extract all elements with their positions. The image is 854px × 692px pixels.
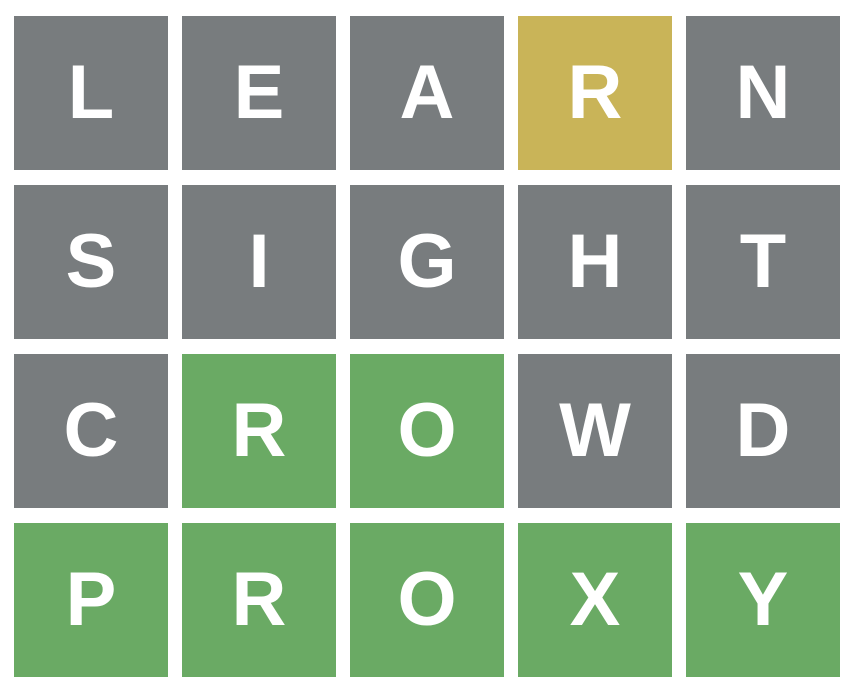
letter-tile: R — [182, 354, 336, 508]
letter-tile: I — [182, 185, 336, 339]
letter-tile: H — [518, 185, 672, 339]
letter-tile: A — [350, 16, 504, 170]
letter-tile: O — [350, 523, 504, 677]
letter-tile: Y — [686, 523, 840, 677]
letter-tile: D — [686, 354, 840, 508]
letter-tile: R — [182, 523, 336, 677]
letter-tile: P — [14, 523, 168, 677]
letter-tile: N — [686, 16, 840, 170]
letter-tile: X — [518, 523, 672, 677]
letter-tile: R — [518, 16, 672, 170]
game-board: L E A R N S I G H T C R O W D P R O X Y — [14, 16, 840, 677]
letter-tile: T — [686, 185, 840, 339]
letter-tile: G — [350, 185, 504, 339]
letter-tile: O — [350, 354, 504, 508]
letter-tile: L — [14, 16, 168, 170]
letter-tile: E — [182, 16, 336, 170]
letter-tile: S — [14, 185, 168, 339]
letter-tile: W — [518, 354, 672, 508]
letter-tile: C — [14, 354, 168, 508]
